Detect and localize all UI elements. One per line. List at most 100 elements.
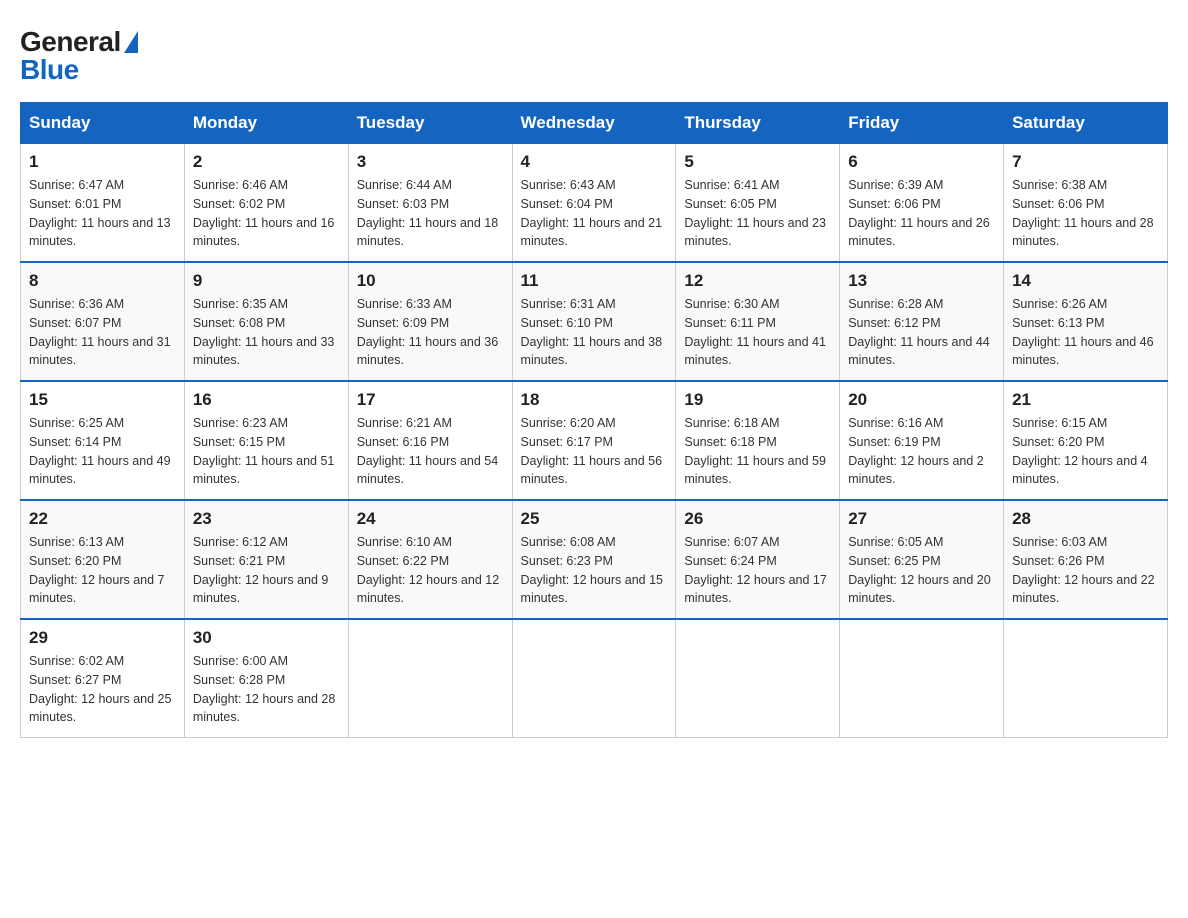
sunset-text: Sunset: 6:15 PM: [193, 435, 285, 449]
day-number: 15: [29, 390, 176, 410]
day-number: 19: [684, 390, 831, 410]
day-number: 9: [193, 271, 340, 291]
sunrise-text: Sunrise: 6:47 AM: [29, 178, 124, 192]
sunset-text: Sunset: 6:01 PM: [29, 197, 121, 211]
day-info: Sunrise: 6:36 AMSunset: 6:07 PMDaylight:…: [29, 295, 176, 370]
weekday-header-friday: Friday: [840, 103, 1004, 144]
sunrise-text: Sunrise: 6:36 AM: [29, 297, 124, 311]
day-number: 26: [684, 509, 831, 529]
daylight-text: Daylight: 11 hours and 16 minutes.: [193, 216, 335, 249]
sunset-text: Sunset: 6:10 PM: [521, 316, 613, 330]
sunset-text: Sunset: 6:26 PM: [1012, 554, 1104, 568]
daylight-text: Daylight: 12 hours and 4 minutes.: [1012, 454, 1148, 487]
sunrise-text: Sunrise: 6:12 AM: [193, 535, 288, 549]
calendar-cell: 24Sunrise: 6:10 AMSunset: 6:22 PMDayligh…: [348, 500, 512, 619]
sunrise-text: Sunrise: 6:02 AM: [29, 654, 124, 668]
daylight-text: Daylight: 12 hours and 20 minutes.: [848, 573, 990, 606]
sunrise-text: Sunrise: 6:31 AM: [521, 297, 616, 311]
day-number: 16: [193, 390, 340, 410]
sunset-text: Sunset: 6:19 PM: [848, 435, 940, 449]
day-info: Sunrise: 6:30 AMSunset: 6:11 PMDaylight:…: [684, 295, 831, 370]
sunrise-text: Sunrise: 6:38 AM: [1012, 178, 1107, 192]
calendar-cell: [840, 619, 1004, 738]
day-info: Sunrise: 6:44 AMSunset: 6:03 PMDaylight:…: [357, 176, 504, 251]
sunrise-text: Sunrise: 6:26 AM: [1012, 297, 1107, 311]
calendar-cell: 4Sunrise: 6:43 AMSunset: 6:04 PMDaylight…: [512, 144, 676, 263]
calendar-table: SundayMondayTuesdayWednesdayThursdayFrid…: [20, 102, 1168, 738]
daylight-text: Daylight: 11 hours and 59 minutes.: [684, 454, 826, 487]
calendar-cell: 2Sunrise: 6:46 AMSunset: 6:02 PMDaylight…: [184, 144, 348, 263]
daylight-text: Daylight: 12 hours and 28 minutes.: [193, 692, 335, 725]
day-info: Sunrise: 6:28 AMSunset: 6:12 PMDaylight:…: [848, 295, 995, 370]
calendar-cell: [348, 619, 512, 738]
day-info: Sunrise: 6:43 AMSunset: 6:04 PMDaylight:…: [521, 176, 668, 251]
daylight-text: Daylight: 12 hours and 7 minutes.: [29, 573, 165, 606]
sunrise-text: Sunrise: 6:08 AM: [521, 535, 616, 549]
calendar-cell: 20Sunrise: 6:16 AMSunset: 6:19 PMDayligh…: [840, 381, 1004, 500]
sunrise-text: Sunrise: 6:15 AM: [1012, 416, 1107, 430]
calendar-cell: 21Sunrise: 6:15 AMSunset: 6:20 PMDayligh…: [1004, 381, 1168, 500]
daylight-text: Daylight: 11 hours and 56 minutes.: [521, 454, 663, 487]
day-info: Sunrise: 6:41 AMSunset: 6:05 PMDaylight:…: [684, 176, 831, 251]
calendar-week-row: 15Sunrise: 6:25 AMSunset: 6:14 PMDayligh…: [21, 381, 1168, 500]
day-number: 13: [848, 271, 995, 291]
daylight-text: Daylight: 12 hours and 2 minutes.: [848, 454, 984, 487]
daylight-text: Daylight: 11 hours and 26 minutes.: [848, 216, 990, 249]
daylight-text: Daylight: 11 hours and 33 minutes.: [193, 335, 335, 368]
day-info: Sunrise: 6:02 AMSunset: 6:27 PMDaylight:…: [29, 652, 176, 727]
calendar-cell: 16Sunrise: 6:23 AMSunset: 6:15 PMDayligh…: [184, 381, 348, 500]
daylight-text: Daylight: 12 hours and 15 minutes.: [521, 573, 663, 606]
day-number: 1: [29, 152, 176, 172]
calendar-cell: 26Sunrise: 6:07 AMSunset: 6:24 PMDayligh…: [676, 500, 840, 619]
sunset-text: Sunset: 6:14 PM: [29, 435, 121, 449]
day-info: Sunrise: 6:35 AM Sunset: 6:08 PM Daylight:…: [193, 295, 340, 370]
day-number: 6: [848, 152, 995, 172]
day-number: 11: [521, 271, 668, 291]
sunset-text: Sunset: 6:22 PM: [357, 554, 449, 568]
day-number: 25: [521, 509, 668, 529]
calendar-cell: 14Sunrise: 6:26 AMSunset: 6:13 PMDayligh…: [1004, 262, 1168, 381]
calendar-week-row: 8Sunrise: 6:36 AMSunset: 6:07 PMDaylight…: [21, 262, 1168, 381]
calendar-cell: 22Sunrise: 6:13 AMSunset: 6:20 PMDayligh…: [21, 500, 185, 619]
day-info: Sunrise: 6:47 AMSunset: 6:01 PMDaylight:…: [29, 176, 176, 251]
sunset-text: Sunset: 6:03 PM: [357, 197, 449, 211]
day-info: Sunrise: 6:31 AM Sunset: 6:10 PM Daylight:…: [521, 295, 668, 370]
calendar-cell: 3 Sunrise: 6:44 AMSunset: 6:03 PMDaylight…: [348, 144, 512, 263]
weekday-header-sunday: Sunday: [21, 103, 185, 144]
day-info: Sunrise: 6:33 AMSunset: 6:09 PMDaylight:…: [357, 295, 504, 370]
sunset-text: Sunset: 6:25 PM: [848, 554, 940, 568]
sunset-text: Sunset: 6:08 PM: [193, 316, 285, 330]
calendar-week-row: 22Sunrise: 6:13 AMSunset: 6:20 PMDayligh…: [21, 500, 1168, 619]
calendar-cell: 13 Sunrise: 6:28 AMSunset: 6:12 PMDayligh…: [840, 262, 1004, 381]
logo-triangle-icon: [124, 31, 138, 53]
day-number: 14: [1012, 271, 1159, 291]
day-number: 7: [1012, 152, 1159, 172]
day-number: 3: [357, 152, 504, 172]
sunset-text: Sunset: 6:05 PM: [684, 197, 776, 211]
calendar-cell: 17Sunrise: 6:21 AMSunset: 6:16 PMDayligh…: [348, 381, 512, 500]
daylight-text: Daylight: 12 hours and 17 minutes.: [684, 573, 826, 606]
sunset-text: Sunset: 6:18 PM: [684, 435, 776, 449]
daylight-text: Daylight: 11 hours and 31 minutes.: [29, 335, 171, 368]
calendar-week-row: 29Sunrise: 6:02 AMSunset: 6:27 PMDayligh…: [21, 619, 1168, 738]
calendar-cell: 8Sunrise: 6:36 AMSunset: 6:07 PMDaylight…: [21, 262, 185, 381]
day-number: 2: [193, 152, 340, 172]
weekday-header-tuesday: Tuesday: [348, 103, 512, 144]
logo: General Blue: [20, 20, 138, 84]
sunrise-text: Sunrise: 6:21 AM: [357, 416, 452, 430]
sunrise-text: Sunrise: 6:28 AM: [848, 297, 943, 311]
calendar-cell: 5 Sunrise: 6:41 AMSunset: 6:05 PMDaylight…: [676, 144, 840, 263]
day-number: 5: [684, 152, 831, 172]
sunset-text: Sunset: 6:09 PM: [357, 316, 449, 330]
sunrise-text: Sunrise: 6:39 AM: [848, 178, 943, 192]
sunrise-text: Sunrise: 6:46 AM: [193, 178, 288, 192]
day-number: 28: [1012, 509, 1159, 529]
logo-blue-text: Blue: [20, 56, 79, 84]
sunset-text: Sunset: 6:23 PM: [521, 554, 613, 568]
daylight-text: Daylight: 11 hours and 38 minutes.: [521, 335, 663, 368]
sunrise-text: Sunrise: 6:10 AM: [357, 535, 452, 549]
day-info: Sunrise: 6:38 AMSunset: 6:06 PMDaylight:…: [1012, 176, 1159, 251]
sunrise-text: Sunrise: 6:35 AM: [193, 297, 288, 311]
daylight-text: Daylight: 11 hours and 41 minutes.: [684, 335, 826, 368]
day-number: 18: [521, 390, 668, 410]
